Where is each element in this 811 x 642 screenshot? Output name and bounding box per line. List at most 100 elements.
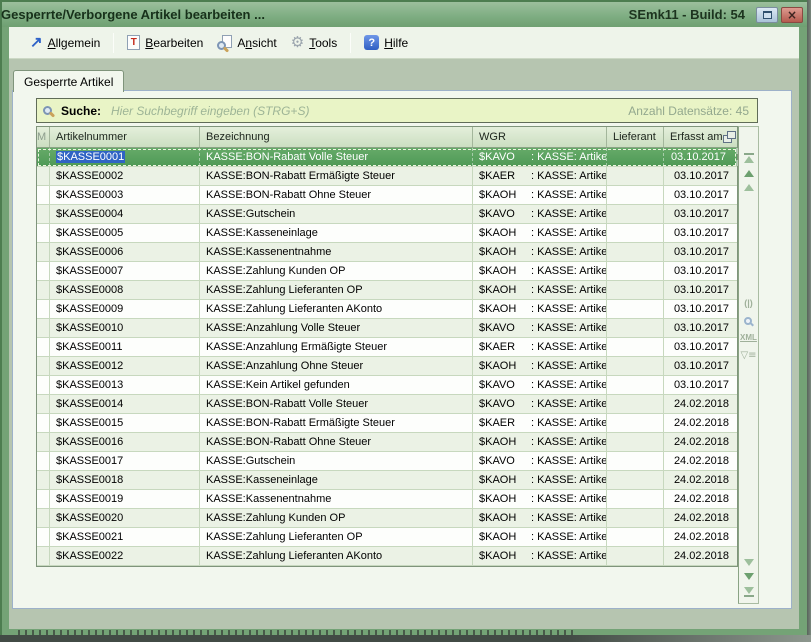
search-bar: Suche: Hier Suchbegriff eingeben (STRG+S… (36, 98, 758, 123)
wgr-code: $KAVO (479, 151, 531, 163)
cell-m (37, 509, 50, 527)
filter-icon[interactable]: ▽≡ (740, 351, 756, 361)
table-row[interactable]: $KASSE0011KASSE:Anzahlung Ermäßigte Steu… (37, 338, 737, 357)
wgr-description: : KASSE: Artikel O (531, 265, 607, 277)
scroll-down-icon[interactable] (744, 559, 754, 566)
cell-erfasst-am: 24.02.2018 (664, 395, 739, 413)
scroll-up-icon[interactable] (744, 184, 754, 191)
cell-lieferant (607, 471, 664, 489)
table-row[interactable]: $KASSE0006KASSE:Kassenentnahme$KAOH: KAS… (37, 243, 737, 262)
cell-m (37, 205, 50, 223)
menu-item-bearbeiten[interactable]: T Bearbeiten (120, 32, 210, 53)
cell-artikelnummer: $KASSE0002 (50, 167, 200, 185)
cell-m (37, 281, 50, 299)
wgr-description: : KASSE: Artikel V (531, 455, 607, 467)
zoom-icon[interactable] (744, 317, 752, 325)
column-header-bezeichnung[interactable]: Bezeichnung (200, 127, 473, 147)
cell-m (37, 243, 50, 261)
cell-erfasst-am: 24.02.2018 (664, 509, 739, 527)
table-row[interactable]: $KASSE0001KASSE:BON-Rabatt Volle Steuer$… (37, 148, 737, 167)
table-row[interactable]: $KASSE0005KASSE:Kasseneinlage$KAOH: KASS… (37, 224, 737, 243)
cell-erfasst-am: 03.10.2017 (664, 167, 739, 185)
wgr-description: : KASSE: Artikel O (531, 284, 607, 296)
cell-artikelnummer: $KASSE0001 (50, 148, 200, 166)
bracket-icon[interactable]: (|) (744, 299, 753, 308)
cell-lieferant (607, 243, 664, 261)
column-header-m[interactable]: M (37, 127, 50, 147)
column-header-erfasst-am[interactable]: Erfasst am (664, 127, 739, 147)
wgr-code: $KAER (479, 170, 531, 182)
wgr-code: $KAOH (479, 189, 531, 201)
toolbar-separator (113, 33, 114, 53)
table-row[interactable]: $KASSE0014KASSE:BON-Rabatt Volle Steuer$… (37, 395, 737, 414)
wgr-code: $KAVO (479, 455, 531, 467)
cell-wgr: $KAVO: KASSE: Artikel V (473, 148, 607, 166)
scroll-page-up-icon[interactable] (744, 170, 754, 177)
wgr-code: $KAVO (479, 398, 531, 410)
cell-wgr: $KAOH: KASSE: Artikel O (473, 528, 607, 546)
cell-wgr: $KAVO: KASSE: Artikel V (473, 376, 607, 394)
cell-lieferant (607, 319, 664, 337)
cell-wgr: $KAOH: KASSE: Artikel O (473, 509, 607, 527)
edit-page-icon: T (127, 35, 140, 50)
menu-item-ansicht[interactable]: Ansicht (210, 32, 283, 53)
cell-bezeichnung: KASSE:Anzahlung Ermäßigte Steuer (200, 338, 473, 356)
cell-bezeichnung: KASSE:Zahlung Lieferanten AKonto (200, 547, 473, 565)
table-row[interactable]: $KASSE0017KASSE:Gutschein$KAVO: KASSE: A… (37, 452, 737, 471)
close-button[interactable]: × (781, 7, 803, 23)
table-row[interactable]: $KASSE0018KASSE:Kasseneinlage$KAOH: KASS… (37, 471, 737, 490)
wgr-code: $KAOH (479, 265, 531, 277)
wgr-description: : KASSE: Artikel E (531, 341, 607, 353)
scroll-bottom-icon[interactable] (744, 587, 754, 597)
cell-m (37, 433, 50, 451)
cell-erfasst-am: 03.10.2017 (664, 243, 739, 261)
column-header-wgr[interactable]: WGR (473, 127, 607, 147)
cell-m (37, 338, 50, 356)
cell-bezeichnung: KASSE:Zahlung Kunden OP (200, 509, 473, 527)
wgr-description: : KASSE: Artikel O (531, 493, 607, 505)
table-row[interactable]: $KASSE0007KASSE:Zahlung Kunden OP$KAOH: … (37, 262, 737, 281)
scroll-top-icon[interactable] (744, 153, 754, 163)
table-row[interactable]: $KASSE0002KASSE:BON-Rabatt Ermäßigte Ste… (37, 167, 737, 186)
table-row[interactable]: $KASSE0009KASSE:Zahlung Lieferanten AKon… (37, 300, 737, 319)
table-row[interactable]: $KASSE0010KASSE:Anzahlung Volle Steuer$K… (37, 319, 737, 338)
column-chooser-icon[interactable] (723, 131, 736, 143)
cell-bezeichnung: KASSE:BON-Rabatt Ermäßigte Steuer (200, 167, 473, 185)
table-row[interactable]: $KASSE0016KASSE:BON-Rabatt Ohne Steuer$K… (37, 433, 737, 452)
cell-erfasst-am: 03.10.2017 (664, 357, 739, 375)
client-area: ↗ Allgemein T Bearbeiten Ansicht ⚙ Tools… (9, 27, 799, 629)
column-header-artikelnummer[interactable]: Artikelnummer (50, 127, 200, 147)
cell-wgr: $KAOH: KASSE: Artikel O (473, 243, 607, 261)
cell-lieferant (607, 262, 664, 280)
cell-artikelnummer: $KASSE0003 (50, 186, 200, 204)
table-row[interactable]: $KASSE0013KASSE:Kein Artikel gefunden$KA… (37, 376, 737, 395)
tab-gesperrte-artikel[interactable]: Gesperrte Artikel (13, 70, 124, 92)
cell-wgr: $KAOH: KASSE: Artikel O (473, 547, 607, 565)
table-row[interactable]: $KASSE0012KASSE:Anzahlung Ohne Steuer$KA… (37, 357, 737, 376)
build-label: SEmk11 - Build: 54 (629, 7, 745, 22)
wgr-code: $KAVO (479, 208, 531, 220)
table-row[interactable]: $KASSE0003KASSE:BON-Rabatt Ohne Steuer$K… (37, 186, 737, 205)
table-row[interactable]: $KASSE0008KASSE:Zahlung Lieferanten OP$K… (37, 281, 737, 300)
column-header-lieferant[interactable]: Lieferant (607, 127, 664, 147)
search-input[interactable]: Hier Suchbegriff eingeben (STRG+S) (111, 104, 628, 118)
cell-bezeichnung: KASSE:BON-Rabatt Volle Steuer (200, 148, 473, 166)
table-row[interactable]: $KASSE0019KASSE:Kassenentnahme$KAOH: KAS… (37, 490, 737, 509)
scroll-page-down-icon[interactable] (744, 573, 754, 580)
cell-lieferant (607, 167, 664, 185)
menu-item-allgemein[interactable]: ↗ Allgemein (23, 32, 107, 53)
menu-item-tools[interactable]: ⚙ Tools (284, 32, 344, 53)
cell-erfasst-am: 03.10.2017 (664, 262, 739, 280)
table-row[interactable]: $KASSE0020KASSE:Zahlung Kunden OP$KAOH: … (37, 509, 737, 528)
table-row[interactable]: $KASSE0021KASSE:Zahlung Lieferanten OP$K… (37, 528, 737, 547)
table-row[interactable]: $KASSE0022KASSE:Zahlung Lieferanten AKon… (37, 547, 737, 566)
xml-icon[interactable]: XML (740, 334, 757, 342)
titlebar: Gesperrte/Verborgene Artikel bearbeiten … (2, 2, 807, 27)
table-row[interactable]: $KASSE0015KASSE:BON-Rabatt Ermäßigte Ste… (37, 414, 737, 433)
menu-item-hilfe[interactable]: ? Hilfe (357, 32, 415, 53)
cell-artikelnummer: $KASSE0010 (50, 319, 200, 337)
restore-button[interactable] (756, 7, 778, 23)
cell-erfasst-am: 24.02.2018 (664, 528, 739, 546)
table-row[interactable]: $KASSE0004KASSE:Gutschein$KAVO: KASSE: A… (37, 205, 737, 224)
cell-lieferant (607, 148, 664, 166)
